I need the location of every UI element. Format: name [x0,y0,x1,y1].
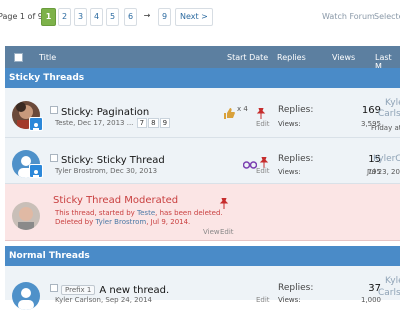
views-label: Views: [278,296,301,304]
page-5-link[interactable]: 5 [106,8,119,26]
deleted-notice: This thread, started by Teste, has been … [55,209,223,217]
deleted-by-link[interactable]: Tyler Brostrom [96,218,147,226]
thread-title-link[interactable]: Sticky: Sticky Thread [61,155,165,166]
column-start-date[interactable]: Start Date [227,53,268,62]
like-thumbs-up-icon [223,104,235,123]
section-sticky-threads: Sticky Threads [5,68,400,88]
pagination-ellipsis: ... [126,119,134,127]
page-2-link[interactable]: 2 [58,8,71,26]
thread-page-7-link[interactable]: 7 [136,118,148,128]
column-views[interactable]: Views [332,53,355,62]
thread-row[interactable]: Sticky: Sticky Thread Tyler Brostrom, De… [5,138,400,184]
thread-checkbox[interactable] [50,284,58,292]
last-poster-link[interactable]: Kyle [385,98,400,108]
page-label: Page 1 of 9 [0,12,43,21]
last-poster-link[interactable]: Kyle [385,276,400,286]
selected-link[interactable]: Selecte [374,12,400,21]
thread-author-link[interactable]: Teste [55,119,73,127]
deleted-date: , Jul 9, 2014. [146,218,191,226]
page-6-link[interactable]: 6 [124,8,137,26]
column-replies[interactable]: Replies [277,53,306,62]
deleted-author-link[interactable]: Teste [137,209,155,217]
user-badge-icon [29,117,43,131]
thread-checkbox[interactable] [50,154,58,162]
user-badge-icon [29,164,43,178]
page-1-link[interactable]: 1 [41,8,56,26]
page-3-link[interactable]: 3 [74,8,87,26]
edit-link[interactable]: Edit [256,296,270,304]
views-count: 3,595 [360,120,381,128]
views-label: Views: [278,168,301,176]
watch-glasses-icon [242,154,258,173]
page-4-link[interactable]: 4 [90,8,103,26]
avatar[interactable] [12,282,40,310]
section-normal-threads: Normal Threads [5,246,400,266]
like-count: x 4 [237,105,248,113]
column-title[interactable]: Title [39,53,56,62]
page-jump-arrow[interactable]: → [141,8,153,24]
thread-date: Sep 24, 2014 [105,296,152,304]
thread-title-link[interactable]: A new thread. [99,285,169,296]
replies-count: 169 [361,105,381,116]
edit-link[interactable]: Edit [220,228,234,236]
thread-page-9-link[interactable]: 9 [159,118,171,128]
last-post-date[interactable]: Friday at 1 [371,124,400,132]
next-page-link[interactable]: Next > [175,8,213,26]
watch-forum-link[interactable]: Watch Forum [322,12,375,21]
thread-date: Dec 30, 2013 [110,167,158,175]
deleted-by-notice: Deleted by Tyler Brostrom, Jul 9, 2014. [55,218,190,226]
view-link[interactable]: View [203,228,220,236]
thread-page-8-link[interactable]: 8 [148,118,159,128]
pagination: Page 1 of 9 1 2 3 4 5 6 → 9 Next > Watch… [0,8,400,26]
deleted-notice-suffix: , has been deleted. [155,209,223,217]
select-all-checkbox[interactable] [14,53,23,62]
thread-prefix-tag[interactable]: Prefix 1 [61,285,96,295]
thread-checkbox[interactable] [50,106,58,114]
views-label: Views: [278,120,301,128]
thread-row[interactable]: Sticky: Pagination Teste, Dec 17, 2013 .… [5,88,400,138]
last-poster-link-2[interactable]: Carlso [378,109,400,119]
thread-row[interactable]: Prefix 1A new thread. Kyler Carlson, Sep… [5,266,400,310]
replies-count: 37 [368,283,381,294]
edit-link[interactable]: Edit [256,120,270,128]
deleted-thread-row[interactable]: Sticky Thread Moderated This thread, sta… [5,184,400,241]
thread-date: Dec 17, 2013 [77,119,125,127]
views-count: 1,000 [360,296,381,304]
last-poster-link-2[interactable]: Carlso [378,288,400,298]
thread-author-link[interactable]: Tyler Brostrom [55,167,106,175]
thread-title-link[interactable]: Sticky: Pagination [61,107,149,118]
avatar[interactable] [12,202,40,230]
column-header: Title Start Date Replies Views Last M [5,46,400,71]
thread-author-link[interactable]: Kyler Carlson [55,296,101,304]
deleted-notice-text: This thread, started by [55,209,135,217]
deleted-by-label: Deleted by [55,218,94,226]
deleted-thread-title-link[interactable]: Sticky Thread Moderated [53,195,178,206]
edit-link[interactable]: Edit [256,167,270,175]
last-post-date[interactable]: Jul 23, 201 [367,168,400,176]
replies-count: 15 [368,154,381,165]
page-9-link[interactable]: 9 [158,8,171,26]
last-poster-link[interactable]: KylerC [373,154,400,164]
